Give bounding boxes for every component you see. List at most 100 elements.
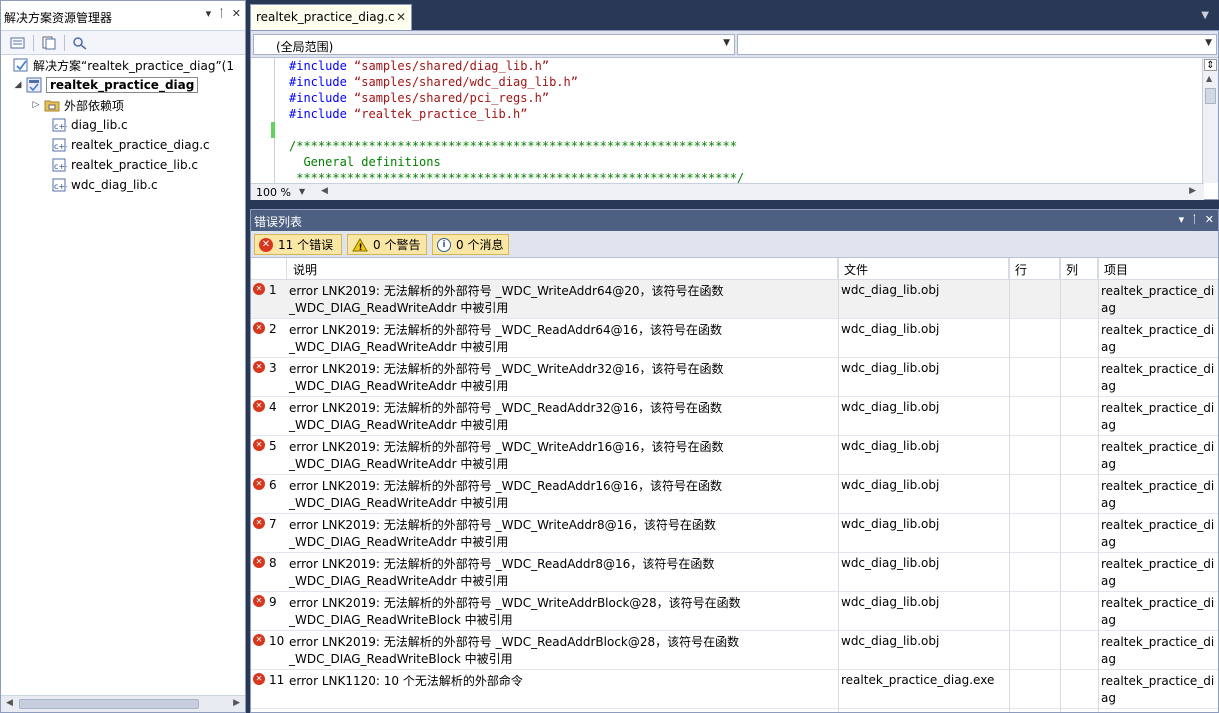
editor-hscrollbar[interactable]: 100 % ▼ ◀ ▶ — [251, 183, 1204, 200]
info-icon: i — [437, 237, 451, 252]
table-row[interactable]: ✕ 1 error LNK2019: 无法解析的外部符号 _WDC_WriteAdd… — [251, 280, 1218, 319]
table-row[interactable]: ✕ 6 error LNK2019: 无法解析的外部符号 _WDC_ReadAddr… — [251, 475, 1218, 514]
column-header-description[interactable]: 说明 — [287, 258, 838, 280]
tree-project-node[interactable]: ◢ realtek_practice_diag — [13, 75, 199, 95]
error-list-toolbar: ✕ 11 个错误 ! 0 个警告 i 0 个消息 — [251, 231, 1218, 258]
show-all-files-button[interactable] — [40, 35, 58, 51]
error-icon: ✕ — [253, 400, 265, 412]
error-description: error LNK1120: 10 个无法解析的外部命令 — [289, 674, 523, 688]
table-row[interactable]: ✕ 10 error LNK2019: 无法解析的外部符号 _WDC_ReadAdd… — [251, 631, 1218, 670]
code-editor: (全局范围) ▼ ▼ #include “samples/shared/diag… — [250, 30, 1219, 200]
error-file: wdc_diag_lib.obj — [841, 595, 940, 609]
window-menu-dropdown-icon[interactable]: ▾ — [206, 7, 212, 20]
table-row[interactable]: ✕ 5 error LNK2019: 无法解析的外部符号 _WDC_WriteAdd… — [251, 436, 1218, 475]
editor-vscrollbar[interactable]: ⇕ ▲ — [1202, 58, 1218, 183]
file-label: diag_lib.c — [71, 118, 128, 132]
column-divider — [1009, 258, 1010, 712]
column-header-file[interactable]: 文件 — [838, 258, 1009, 280]
pin-icon[interactable]: ᛙ — [218, 7, 225, 20]
properties-button[interactable] — [9, 35, 27, 51]
error-icon: ✕ — [259, 237, 273, 252]
scroll-up-icon[interactable]: ▲ — [1206, 74, 1212, 83]
svg-text:c++: c++ — [54, 182, 67, 191]
tree-file-node[interactable]: c++ realtek_practice_diag.c — [51, 135, 210, 155]
warning-icon: ! — [352, 237, 368, 252]
error-project: realtek_practice_diag — [1101, 440, 1215, 471]
messages-filter-label: 0 个消息 — [456, 238, 504, 252]
warnings-filter-button[interactable]: ! 0 个警告 — [347, 234, 427, 255]
show-all-files-icon — [42, 36, 56, 49]
solution-explorer-hscrollbar[interactable]: ◀ ▶ — [1, 695, 245, 712]
scroll-right-icon[interactable]: ▶ — [233, 698, 240, 708]
error-icon: ✕ — [253, 478, 265, 490]
error-project: realtek_practice_diag — [1101, 518, 1215, 549]
window-menu-dropdown-icon[interactable]: ▾ — [1179, 213, 1185, 226]
scope-combo[interactable]: (全局范围) ▼ — [253, 34, 735, 55]
tree-external-deps-node[interactable]: ▷ 外部依赖项 — [31, 95, 124, 115]
properties-icon — [10, 37, 25, 48]
expand-arrow-icon[interactable]: ▷ — [31, 100, 41, 110]
c-file-icon: c++ — [52, 138, 67, 152]
tree-file-node[interactable]: c++ diag_lib.c — [51, 115, 128, 135]
error-description: error LNK2019: 无法解析的外部符号 _WDC_WriteAddr6… — [289, 284, 724, 315]
collapse-arrow-icon[interactable]: ◢ — [13, 80, 23, 90]
error-description: error LNK2019: 无法解析的外部符号 _WDC_ReadAddr32… — [289, 401, 722, 432]
split-view-icon[interactable]: ⇕ — [1204, 59, 1217, 71]
solution-label: 解决方案“realtek_practice_diag”(1 — [33, 58, 234, 73]
error-number: 6 — [269, 478, 277, 492]
column-header-line[interactable]: 行 — [1009, 258, 1060, 280]
error-number: 9 — [269, 595, 277, 609]
warnings-filter-label: 0 个警告 — [373, 238, 421, 252]
zoom-dropdown-icon[interactable]: ▼ — [299, 187, 305, 196]
column-header-column[interactable]: 列 — [1060, 258, 1098, 280]
table-row[interactable]: ✕ 4 error LNK2019: 无法解析的外部符号 _WDC_ReadAddr… — [251, 397, 1218, 436]
code-line: #include “samples/shared/diag_lib.h” — [289, 59, 550, 73]
table-row[interactable]: ✕ 3 error LNK2019: 无法解析的外部符号 _WDC_WriteAdd… — [251, 358, 1218, 397]
scroll-left-icon[interactable]: ◀ — [6, 698, 13, 708]
errors-filter-button[interactable]: ✕ 11 个错误 — [254, 234, 342, 255]
scroll-thumb[interactable] — [1205, 88, 1216, 104]
column-divider — [1060, 258, 1061, 712]
messages-filter-button[interactable]: i 0 个消息 — [432, 234, 509, 255]
tree-solution-node[interactable]: 解决方案“realtek_practice_diag”(1 — [13, 55, 234, 75]
error-file: wdc_diag_lib.obj — [841, 361, 940, 375]
table-row[interactable]: ✕ 7 error LNK2019: 无法解析的外部符号 _WDC_WriteAdd… — [251, 514, 1218, 553]
table-row[interactable]: ✕ 9 error LNK2019: 无法解析的外部符号 _WDC_WriteAdd… — [251, 592, 1218, 631]
scroll-left-icon[interactable]: ◀ — [321, 186, 328, 196]
scroll-thumb[interactable] — [19, 699, 199, 709]
error-icon: ✕ — [253, 517, 265, 529]
close-icon[interactable]: ✕ — [232, 7, 241, 20]
column-header-project[interactable]: 项目 — [1098, 258, 1218, 280]
svg-text:!: ! — [359, 243, 363, 252]
editor-navigation-bar: (全局范围) ▼ ▼ — [251, 31, 1218, 58]
error-description: error LNK2019: 无法解析的外部符号 _WDC_ReadAddrBl… — [289, 635, 740, 666]
zoom-level[interactable]: 100 % — [256, 186, 291, 199]
code-area[interactable]: #include “samples/shared/diag_lib.h” #in… — [251, 58, 1204, 185]
error-file: wdc_diag_lib.obj — [841, 439, 940, 453]
error-description: error LNK2019: 无法解析的外部符号 _WDC_WriteAddr8… — [289, 518, 716, 549]
solution-explorer-title-bar: 解决方案资源管理器 ▾ ᛙ ✕ — [1, 1, 245, 31]
error-description: error LNK2019: 无法解析的外部符号 _WDC_WriteAddr1… — [289, 440, 724, 471]
folder-icon — [44, 100, 60, 112]
project-label: realtek_practice_diag — [46, 77, 199, 93]
error-list-header: 说明 文件 行 列 项目 — [251, 258, 1218, 280]
column-divider — [838, 258, 839, 712]
error-number: 7 — [269, 517, 277, 531]
tab-realtek-practice-diag[interactable]: realtek_practice_diag.c ✕ — [250, 4, 412, 30]
error-project: realtek_practice_diag — [1101, 401, 1215, 432]
tab-close-icon[interactable]: ✕ — [396, 10, 406, 24]
column-header-icon[interactable] — [251, 258, 287, 280]
close-icon[interactable]: ✕ — [1205, 213, 1214, 226]
tree-file-node[interactable]: c++ wdc_diag_lib.c — [51, 175, 158, 195]
tab-list-dropdown-icon[interactable]: ▼ — [1201, 10, 1209, 21]
view-class-diagram-button[interactable] — [71, 35, 89, 51]
tree-file-node[interactable]: c++ realtek_practice_lib.c — [51, 155, 198, 175]
scroll-right-icon[interactable]: ▶ — [1189, 186, 1196, 196]
table-row[interactable]: ✕ 2 error LNK2019: 无法解析的外部符号 _WDC_ReadAddr… — [251, 319, 1218, 358]
error-list-title: 错误列表 — [254, 215, 303, 229]
code-line: #include “samples/shared/wdc_diag_lib.h” — [289, 75, 578, 89]
pin-icon[interactable]: ᛙ — [1191, 213, 1198, 226]
member-combo[interactable]: ▼ — [737, 34, 1217, 55]
table-row[interactable]: ✕ 8 error LNK2019: 无法解析的外部符号 _WDC_ReadAddr… — [251, 553, 1218, 592]
table-row[interactable]: ✕ 11 error LNK1120: 10 个无法解析的外部命令 realtek_p… — [251, 670, 1218, 709]
